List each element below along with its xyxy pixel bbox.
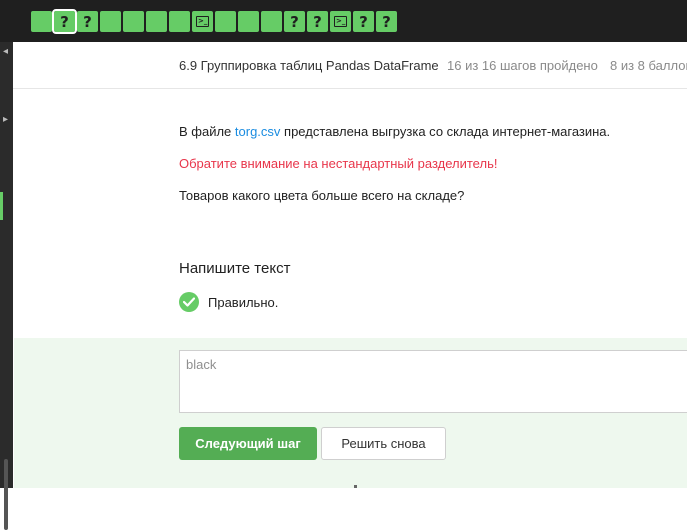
question-mark-icon: ? [313,12,322,31]
check-circle-icon [179,292,199,312]
task-text-prefix: В файле [179,124,235,139]
step-navigation: ?? >_?? >_?? [31,9,397,34]
next-step-button[interactable]: Следующий шаг [179,427,317,460]
answer-section-title: Напишите текст [179,260,291,277]
terminal-icon: >_ [196,16,209,27]
answer-textarea[interactable]: black [179,350,687,413]
question-mark-icon: ? [359,12,368,31]
step-theory-1[interactable] [31,11,52,32]
step-quiz-13[interactable]: ? [307,11,328,32]
task-description: В файле torg.csv представлена выгрузка с… [179,124,610,139]
retry-button[interactable]: Решить снова [321,427,446,460]
lesson-header: 6.9 Группировка таблиц Pandas DataFrame … [13,42,687,89]
collapse-arrow-icon[interactable]: ◂ [3,46,8,57]
question-mark-icon: ? [60,12,69,31]
step-theory-9[interactable] [215,11,236,32]
step-theory-7[interactable] [169,11,190,32]
step-quiz-16[interactable]: ? [376,11,397,32]
step-quiz-3[interactable]: ? [77,11,98,32]
separator-warning: Обратите внимание на нестандартный разде… [179,156,498,171]
correct-status: Правильно. [179,292,278,312]
task-question: Товаров какого цвета больше всего на скл… [179,188,465,203]
step-theory-4[interactable] [100,11,121,32]
lesson-title[interactable]: 6.9 Группировка таблиц Pandas DataFrame [179,58,439,73]
question-mark-icon: ? [290,12,299,31]
question-mark-icon: ? [83,12,92,31]
step-theory-11[interactable] [261,11,282,32]
sidebar-scrollbar[interactable] [4,459,8,530]
step-code-8[interactable]: >_ [192,11,213,32]
step-code-14[interactable]: >_ [330,11,351,32]
question-mark-icon: ? [382,12,391,31]
status-text: Правильно. [208,294,279,310]
left-sidebar: ◂ ▸ [0,42,13,530]
task-text-suffix: представлена выгрузка со склада интернет… [280,124,611,139]
terminal-icon: >_ [334,16,347,27]
file-link[interactable]: torg.csv [235,124,281,139]
expand-arrow-icon[interactable]: ▸ [3,114,8,125]
step-theory-10[interactable] [238,11,259,32]
step-quiz-15[interactable]: ? [353,11,374,32]
steps-progress: 16 из 16 шагов пройдено [447,58,598,73]
step-theory-6[interactable] [146,11,167,32]
step-quiz-2[interactable]: ? [52,9,77,34]
step-quiz-12[interactable]: ? [284,11,305,32]
score-text: 8 из 8 баллов [610,58,687,73]
top-bar: ?? >_?? >_?? [0,0,687,42]
active-section-indicator [0,192,3,220]
step-theory-5[interactable] [123,11,144,32]
